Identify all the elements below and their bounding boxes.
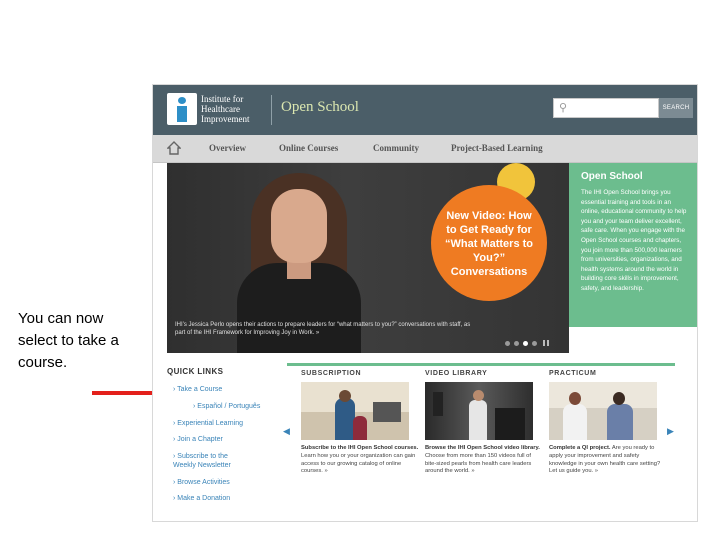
slider-dot[interactable]: [505, 341, 510, 346]
quick-link-label[interactable]: Take a Course: [177, 386, 222, 393]
home-icon[interactable]: [167, 141, 181, 155]
quick-links-heading: QUICK LINKS: [167, 367, 224, 376]
card-image: [425, 382, 533, 440]
nav-item-community[interactable]: Community: [373, 143, 419, 153]
card-image: [301, 382, 409, 440]
search-icon: ⚲: [559, 102, 568, 114]
quick-link-take-a-course[interactable]: › Take a Course: [173, 385, 222, 394]
slider-dots: [505, 333, 549, 351]
card-label: PRACTICUM: [549, 370, 597, 377]
intro-body: The IHI Open School brings you essential…: [581, 189, 687, 292]
nav-item-project-based-learning[interactable]: Project-Based Learning: [451, 143, 543, 153]
carousel-prev-icon[interactable]: ◀: [283, 426, 290, 437]
intro-title: Open School: [581, 171, 643, 182]
quick-link-make-a-donation[interactable]: › Make a Donation: [173, 494, 230, 503]
search-button[interactable]: SEARCH: [659, 98, 693, 118]
quick-link-label[interactable]: Subscribe to the Weekly Newsletter: [173, 453, 231, 469]
site-title[interactable]: Open School: [281, 99, 359, 116]
ihi-logo-icon[interactable]: [167, 93, 197, 125]
site-header: Institute for Healthcare Improvement Ope…: [153, 85, 697, 135]
carousel-next-icon[interactable]: ▶: [667, 426, 674, 437]
logo-text[interactable]: Institute for Healthcare Improvement: [201, 94, 267, 124]
website-screenshot: Institute for Healthcare Improvement Ope…: [152, 84, 698, 522]
hero-slider[interactable]: New Video: How to Get Ready for “What Ma…: [167, 163, 569, 353]
card-lead: Subscribe to the IHI Open School courses…: [301, 445, 419, 451]
quick-link-experiential-learning[interactable]: › Experiential Learning: [173, 419, 243, 428]
quick-link-label[interactable]: Join a Chapter: [177, 436, 223, 443]
card-image: [549, 382, 657, 440]
card-video-library[interactable]: VIDEO LIBRARY Browse the IHI Open School…: [425, 370, 543, 506]
card-practicum[interactable]: PRACTICUM Complete a QI project. Are you…: [549, 370, 667, 506]
quick-link-browse-activities[interactable]: › Browse Activities: [173, 478, 230, 487]
slide-caption: You can now select to take a course.: [18, 310, 119, 371]
slider-dot-active[interactable]: [523, 341, 528, 346]
slider-dot[interactable]: [514, 341, 519, 346]
card-subscription[interactable]: SUBSCRIPTION Subscribe to the IHI Open S…: [301, 370, 419, 506]
slider-dot[interactable]: [532, 341, 537, 346]
quick-links: QUICK LINKS › Take a Course › Español / …: [167, 367, 287, 502]
pause-icon[interactable]: [543, 340, 549, 346]
search-input[interactable]: ⚲: [553, 98, 659, 118]
header-divider: [271, 95, 272, 125]
video-promo-title: New Video: How to Get Ready for “What Ma…: [445, 210, 533, 278]
quick-link-espanol-portugues[interactable]: › Español / Português: [193, 402, 260, 411]
card-lead: Complete a QI project.: [549, 445, 611, 451]
quick-link-join-a-chapter[interactable]: › Join a Chapter: [173, 435, 223, 444]
card-text: Choose from more than 150 videos full of…: [425, 452, 532, 475]
quick-link-newsletter[interactable]: › Subscribe to the Weekly Newsletter: [173, 452, 245, 470]
main-nav: Overview Online Courses Community Projec…: [153, 135, 697, 163]
card-text: Learn how you or your organization can g…: [301, 452, 416, 475]
quick-link-label[interactable]: Español / Português: [197, 403, 260, 410]
quick-link-label[interactable]: Browse Activities: [177, 479, 230, 486]
quick-link-label[interactable]: Make a Donation: [177, 495, 230, 502]
open-school-intro: Open School The IHI Open School brings y…: [569, 163, 697, 327]
nav-item-overview[interactable]: Overview: [209, 143, 246, 153]
nav-item-online-courses[interactable]: Online Courses: [279, 143, 338, 153]
quick-link-label[interactable]: Experiential Learning: [177, 420, 243, 427]
card-label: VIDEO LIBRARY: [425, 370, 488, 377]
card-label: SUBSCRIPTION: [301, 370, 362, 377]
feature-cards: ◀ SUBSCRIPTION Subscribe to the IHI Open…: [283, 363, 675, 506]
card-lead: Browse the IHI Open School video library…: [425, 445, 540, 451]
video-promo-circle[interactable]: New Video: How to Get Ready for “What Ma…: [431, 185, 547, 301]
hero-caption[interactable]: IHI’s Jessica Perlo opens their actions …: [175, 321, 475, 337]
